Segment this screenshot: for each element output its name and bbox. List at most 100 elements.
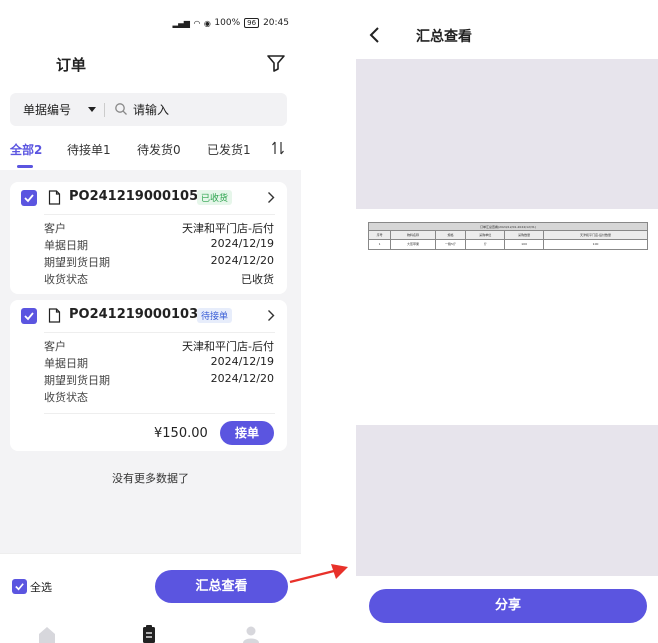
page-title: 汇总查看 — [416, 29, 472, 45]
table-cell: 一箱5斤 — [436, 240, 467, 249]
table-cell: 100 — [592, 242, 599, 246]
accept-order-button[interactable]: 接单 — [220, 421, 274, 445]
status-badge: 待接单 — [197, 308, 233, 323]
search-input[interactable]: 请输入 — [133, 101, 169, 118]
table-cell: 1 — [369, 240, 392, 249]
sort-icon[interactable] — [271, 140, 285, 156]
active-tab-indicator — [17, 165, 33, 168]
order-card[interactable]: PO241219000105 已收货 客户 天津和平门店-后付 单据日期 202… — [10, 182, 287, 294]
search-bar[interactable]: 单据编号 请输入 — [10, 93, 287, 126]
order-number: PO241219000105 — [69, 189, 199, 204]
chevron-right-icon[interactable] — [267, 309, 275, 322]
table-header-cell: 采购单位 — [466, 231, 506, 239]
field-row: 收货状态 — [44, 389, 274, 405]
battery-percent: 100% — [214, 18, 241, 28]
status-tabs: 全部2 待接单1 待发货0 已发货1 — [0, 132, 301, 170]
search-icon — [115, 103, 127, 115]
transition-arrow-icon — [289, 564, 348, 584]
signal-icon: ▂▄▆ — [172, 18, 190, 28]
field-row: 单据日期 2024/12/19 — [44, 237, 274, 253]
order-checkbox[interactable] — [21, 190, 37, 206]
summary-view-button[interactable]: 汇总查看 — [155, 570, 288, 603]
back-icon[interactable] — [368, 26, 380, 44]
field-label: 单据日期 — [44, 357, 88, 370]
bottom-tab-bar — [0, 615, 301, 643]
table-header-cell: 天津和平门店-后付数量 — [579, 233, 612, 237]
order-checkbox[interactable] — [21, 308, 37, 324]
field-label: 客户 — [44, 340, 66, 353]
summary-screen: 汇总查看 订单汇总查看(2024/12/01-2024/12/31) 序号 物料… — [356, 0, 658, 643]
share-button[interactable]: 分享 — [369, 589, 647, 623]
check-icon — [24, 194, 34, 203]
preview-placeholder-bottom — [356, 425, 658, 576]
chevron-down-icon[interactable] — [88, 107, 96, 112]
order-number: PO241219000103 — [69, 307, 199, 322]
summary-table: 订单汇总查看(2024/12/01-2024/12/31) 序号 物料名称 规格… — [368, 222, 648, 250]
search-divider — [104, 103, 105, 117]
order-total: ¥150.00 — [154, 426, 208, 441]
profile-icon[interactable] — [241, 625, 261, 643]
table-header-cell: 物料名称 — [391, 231, 436, 239]
field-row: 客户 天津和平门店-后付 — [44, 220, 274, 236]
tab-all[interactable]: 全部2 — [10, 141, 42, 158]
table-cell: 100 — [505, 240, 545, 249]
tab-shipped[interactable]: 已发货1 — [207, 141, 251, 158]
tab-pending-ship[interactable]: 待发货0 — [137, 141, 181, 158]
filter-icon[interactable] — [265, 52, 287, 74]
table-header-cell: 序号 — [369, 231, 392, 239]
table-header-row: 序号 物料名称 规格 采购单位 采购数量 天津和平门店-后付数量 — [369, 231, 647, 240]
eye-icon: ◉ — [203, 18, 211, 28]
no-more-data-text: 没有更多数据了 — [112, 472, 189, 485]
header: 订单 — [0, 44, 301, 88]
table-header-cell: 采购数量 — [505, 231, 545, 239]
select-all-label[interactable]: 全选 — [30, 579, 52, 595]
table-cell: 大葱苹果 — [391, 240, 436, 249]
tab-pending-accept[interactable]: 待接单1 — [67, 141, 111, 158]
bottom-action-bar: 全选 汇总查看 — [0, 553, 301, 615]
chevron-right-icon[interactable] — [267, 191, 275, 204]
table-row: 1 大葱苹果 一箱5斤 斤 100 100 — [369, 240, 647, 249]
field-value: 2024/12/19 — [210, 355, 274, 368]
status-badge: 已收货 — [197, 190, 233, 205]
field-label: 收货状态 — [44, 391, 88, 404]
check-icon — [15, 583, 24, 591]
status-bar: ▂▄▆ ◠ ◉ 100% 96 20:45 — [0, 0, 301, 44]
field-row: 客户 天津和平门店-后付 — [44, 338, 274, 354]
field-value: 2024/12/19 — [210, 237, 274, 250]
field-label: 客户 — [44, 222, 66, 235]
preview-placeholder-top — [356, 59, 658, 209]
page-title: 订单 — [56, 56, 87, 74]
document-icon — [48, 308, 61, 323]
field-value: 天津和平门店-后付 — [182, 222, 274, 235]
battery-icon: 96 — [244, 18, 260, 28]
search-type-select[interactable]: 单据编号 — [23, 101, 71, 118]
check-icon — [24, 312, 34, 321]
field-row: 单据日期 2024/12/19 — [44, 355, 274, 371]
field-label: 期望到货日期 — [44, 374, 110, 387]
home-icon[interactable] — [37, 625, 57, 643]
order-tab-icon[interactable] — [139, 625, 159, 643]
divider — [44, 413, 275, 414]
field-value: 2024/12/20 — [210, 372, 274, 385]
divider — [44, 214, 275, 215]
divider — [44, 332, 275, 333]
order-list-screen: ▂▄▆ ◠ ◉ 100% 96 20:45 订单 单据编号 请输入 全部2 待接… — [0, 0, 301, 643]
field-value: 2024/12/20 — [210, 254, 274, 267]
field-label: 收货状态 — [44, 273, 88, 286]
document-icon — [48, 190, 61, 205]
status-icons: ▂▄▆ ◠ ◉ 100% 96 20:45 — [172, 18, 289, 28]
field-row: 期望到货日期 2024/12/20 — [44, 372, 274, 388]
field-row: 期望到货日期 2024/12/20 — [44, 254, 274, 270]
field-value: 已收货 — [241, 273, 274, 286]
order-card[interactable]: PO241219000103 待接单 客户 天津和平门店-后付 单据日期 202… — [10, 300, 287, 451]
select-all-checkbox[interactable] — [12, 579, 27, 594]
table-header-cell: 规格 — [436, 231, 467, 239]
search-bar-area: 单据编号 请输入 — [0, 88, 301, 132]
field-value: 天津和平门店-后付 — [182, 340, 274, 353]
wifi-icon: ◠ — [193, 18, 200, 28]
table-cell: 斤 — [466, 240, 506, 249]
field-label: 单据日期 — [44, 239, 88, 252]
clock: 20:45 — [263, 18, 289, 28]
field-label: 期望到货日期 — [44, 256, 110, 269]
field-row: 收货状态 已收货 — [44, 271, 274, 287]
